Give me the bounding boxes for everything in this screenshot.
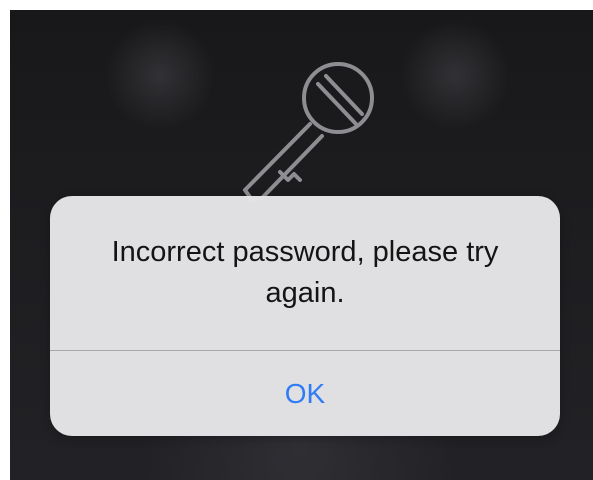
alert-dialog: Incorrect password, please try again. OK (50, 196, 560, 436)
key-icon (210, 40, 410, 220)
lock-screen-background: Incorrect password, please try again. OK (10, 10, 593, 480)
alert-message: Incorrect password, please try again. (111, 236, 499, 309)
ok-button[interactable]: OK (50, 351, 560, 436)
